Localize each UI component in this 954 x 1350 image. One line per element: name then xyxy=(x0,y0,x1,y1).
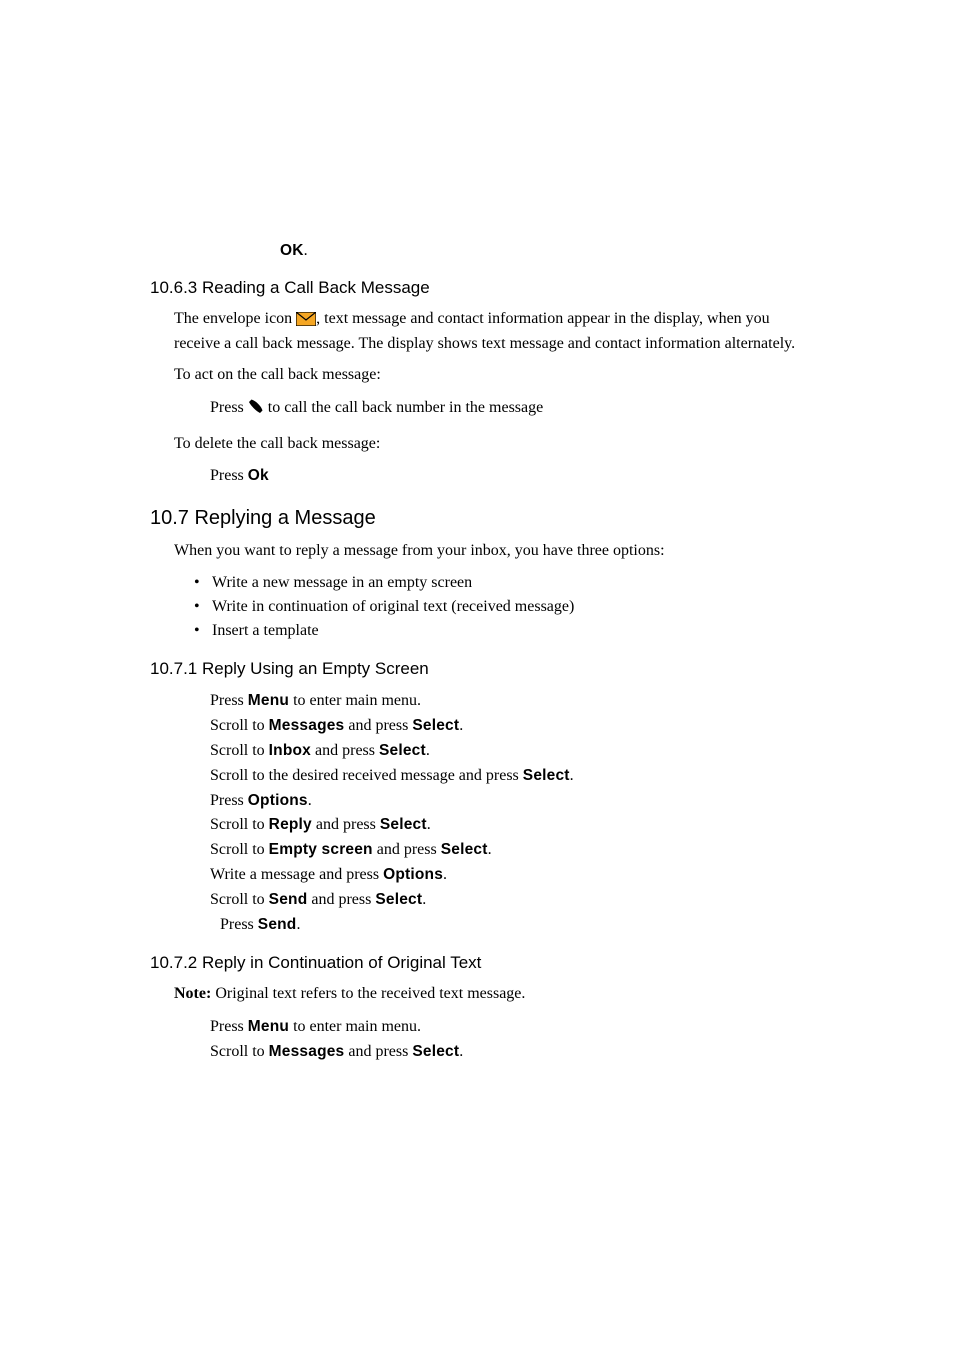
heading-10-6-3: 10.6.3 Reading a Call Back Message xyxy=(150,278,804,298)
steps-10-7-1: Press Menu to enter main menu. Scroll to… xyxy=(150,689,804,937)
orphan-ok-line: OK. xyxy=(150,240,804,262)
ok-label-inline: Ok xyxy=(248,467,269,484)
list-item: Write in continuation of original text (… xyxy=(194,595,804,619)
step-line: Scroll to Empty screen and press Select. xyxy=(150,838,804,863)
paragraph-envelope: The envelope icon , text message and con… xyxy=(150,308,804,354)
step-line: Write a message and press Options. xyxy=(150,863,804,888)
reply-intro: When you want to reply a message from yo… xyxy=(150,540,804,562)
list-item: Insert a template xyxy=(194,619,804,643)
act-step: Press to call the call back number in th… xyxy=(150,396,804,423)
step-line: Scroll to Inbox and press Select. xyxy=(150,739,804,764)
heading-10-7-1: 10.7.1 Reply Using an Empty Screen xyxy=(150,659,804,679)
page: OK. 10.6.3 Reading a Call Back Message T… xyxy=(0,0,954,1350)
call-icon xyxy=(248,398,264,423)
step-line: Scroll to Reply and press Select. xyxy=(150,813,804,838)
step-line: Scroll to Send and press Select. xyxy=(150,888,804,913)
list-item: Write a new message in an empty screen xyxy=(194,571,804,595)
heading-10-7: 10.7 Replying a Message xyxy=(150,507,804,530)
note-line: Note: Original text refers to the receiv… xyxy=(150,983,804,1005)
step-line: Press Options. xyxy=(150,789,804,814)
step-line: Press Menu to enter main menu. xyxy=(150,689,804,714)
heading-10-7-2: 10.7.2 Reply in Continuation of Original… xyxy=(150,953,804,973)
step-line: Scroll to the desired received message a… xyxy=(150,764,804,789)
step-line: Press Menu to enter main menu. xyxy=(150,1015,804,1040)
act-intro: To act on the call back message: xyxy=(150,364,804,386)
delete-intro: To delete the call back message: xyxy=(150,433,804,455)
step-line-indent: Press Send. xyxy=(150,913,804,938)
delete-step: Press Ok xyxy=(150,464,804,489)
reply-options-list: Write a new message in an empty screen W… xyxy=(150,571,804,643)
note-label: Note: xyxy=(174,985,211,1002)
envelope-icon xyxy=(296,311,316,333)
step-line: Scroll to Messages and press Select. xyxy=(150,714,804,739)
ok-label: OK xyxy=(280,242,304,259)
step-line: Scroll to Messages and press Select. xyxy=(150,1040,804,1065)
steps-10-7-2: Press Menu to enter main menu. Scroll to… xyxy=(150,1015,804,1065)
